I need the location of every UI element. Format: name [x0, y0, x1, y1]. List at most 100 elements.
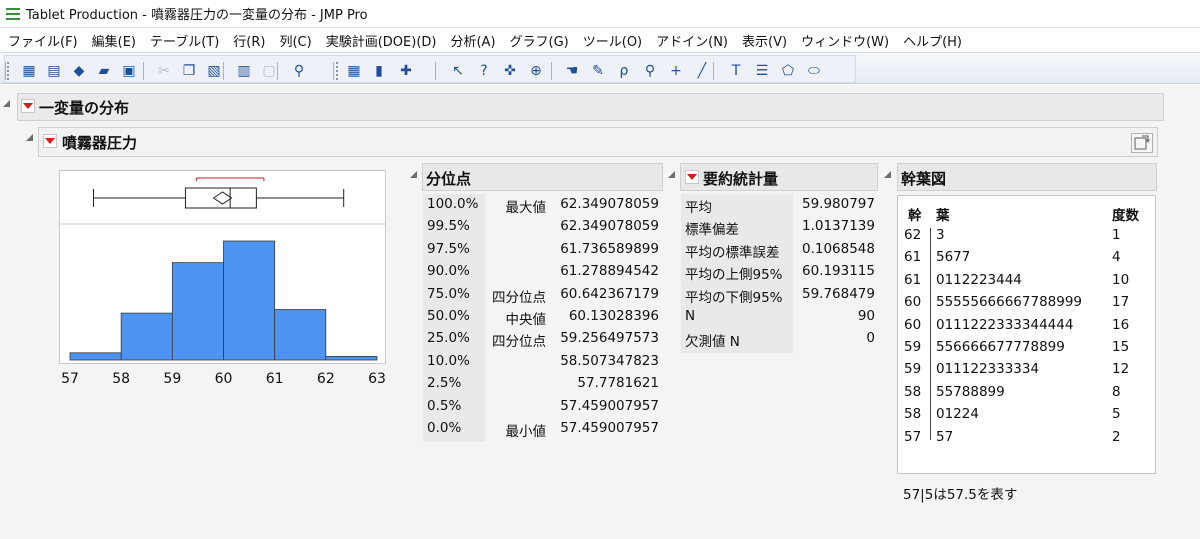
menu-bar: ファイル(F) 編集(E) テーブル(T) 行(R) 列(C) 実験計画(DOE)(D) 分… — [0, 28, 1200, 52]
count-value: 17 — [1112, 294, 1130, 311]
open-folder-icon[interactable]: ▰ — [93, 61, 115, 81]
quantile-label: 最大値 — [505, 200, 547, 216]
menu-item[interactable]: 編集(E) — [92, 31, 136, 50]
line-tool-icon[interactable]: ╱ — [691, 61, 713, 81]
menu-item[interactable]: 分析(A) — [450, 31, 495, 50]
python-icon[interactable]: ◆ — [68, 61, 90, 81]
count-value: 1 — [1112, 227, 1121, 243]
count-value: 8 — [1112, 383, 1121, 400]
oval-tool-icon[interactable]: ⬭ — [803, 61, 825, 81]
quantile-value: 60.13028396 — [568, 308, 659, 324]
paste-icon[interactable]: ▧ — [203, 61, 225, 81]
polygon-tool-icon[interactable]: ⬠ — [777, 61, 799, 81]
count-header: 度数 — [1112, 208, 1139, 224]
selection-tool-icon[interactable]: ✜ — [499, 61, 521, 81]
count-value: 15 — [1112, 339, 1130, 355]
red-triangle-menu-icon[interactable] — [685, 170, 699, 184]
new-script-icon[interactable]: ▤ — [43, 61, 65, 81]
menu-item[interactable]: ツール(O) — [583, 31, 642, 50]
quantile-value: 60.642367179 — [560, 285, 659, 302]
stem-leaf-legend: 57|5は57.5を表す — [903, 487, 1018, 503]
menu-item[interactable]: ファイル(F) — [8, 31, 78, 50]
distribution-icon[interactable]: ▮ — [368, 61, 390, 81]
crosshair-tool-icon[interactable]: ⊕ — [525, 61, 547, 81]
quantile-value: 62.349078059 — [560, 218, 659, 235]
toolbar-area: ▦ ▤ ◆ ▰ ▣ ✂ ❐ ▧ ▥ ▢ ⚲ ▦ ▮ ✚ ↖? ✜ ⊕ ☚ ✎ ρ ⚲ + ╱ T ☰ ⬠ ⬭ — [4, 55, 856, 83]
pin-report-button[interactable]: ★ — [1131, 133, 1153, 153]
red-triangle-menu-icon[interactable] — [43, 134, 57, 148]
quantile-pct: 0.0% — [427, 420, 462, 436]
summary-label: 平均の下側95% — [685, 289, 783, 306]
toolbar-separator — [333, 62, 334, 80]
disclosure-icon[interactable] — [668, 171, 675, 178]
brush-tool-icon[interactable]: ✎ — [587, 61, 609, 81]
toolbar-grip[interactable] — [336, 62, 339, 80]
summary-value: 90 — [857, 308, 875, 324]
menu-item[interactable]: 列(C) — [279, 31, 311, 50]
annotate-tool-icon[interactable]: T — [725, 61, 747, 81]
histogram-bar — [69, 352, 122, 361]
quantiles-header[interactable]: 分位点 — [422, 163, 663, 191]
simple-shape-tool-icon[interactable]: ☰ — [751, 61, 773, 81]
summary-label: 欠測値 N — [685, 334, 740, 351]
hand-tool-icon[interactable]: ☚ — [561, 61, 583, 81]
summary-value: 59.980797 — [801, 196, 875, 212]
plus-tool-icon[interactable]: + — [665, 61, 687, 81]
menu-item[interactable]: ヘルプ(H) — [903, 31, 962, 50]
x-tick-label: 63 — [368, 371, 386, 387]
save-icon[interactable]: ▣ — [118, 61, 140, 81]
menu-item[interactable]: 実験計画(DOE)(D) — [326, 31, 437, 50]
new-data-table-icon[interactable]: ▦ — [18, 61, 40, 81]
toolbar-separator — [551, 62, 552, 80]
menu-item[interactable]: ウィンドウ(W) — [801, 31, 889, 50]
leaf-value: 0112223444 — [936, 271, 1022, 288]
leaf-header: 葉 — [936, 208, 950, 224]
magnifier-tool-icon[interactable]: ⚲ — [639, 61, 661, 81]
summary-value: 0 — [866, 330, 875, 347]
stem-value: 59 — [904, 339, 922, 355]
disclosure-icon[interactable] — [3, 100, 10, 107]
quantile-label: 最小値 — [505, 424, 547, 440]
count-value: 16 — [1112, 316, 1130, 333]
stem-leaf-plot: 幹葉度数 62 3 1 61 5677 4 61 0112223444 10 60 555556666… — [897, 195, 1156, 474]
leaf-value: 011122333334 — [936, 361, 1040, 378]
quantile-value: 58.507347823 — [560, 352, 659, 369]
quantile-value: 61.736589899 — [560, 240, 659, 257]
menu-item[interactable]: 行(R) — [233, 31, 265, 50]
search-icon[interactable]: ⚲ — [288, 61, 310, 81]
red-triangle-menu-icon[interactable] — [21, 99, 35, 113]
quantile-pct: 100.0% — [427, 196, 479, 212]
svg-text:★: ★ — [1144, 136, 1151, 145]
summary-value: 60.193115 — [801, 263, 875, 280]
stem-value: 58 — [904, 406, 922, 423]
stem-leaf-header[interactable]: 幹葉図 — [897, 163, 1157, 191]
summary-title: 要約統計量 — [703, 170, 779, 188]
lasso-tool-icon[interactable]: ρ — [613, 61, 635, 81]
data-grid-icon[interactable]: ▦ — [343, 61, 365, 81]
x-tick-label: 58 — [112, 371, 131, 387]
distribution-graph[interactable] — [59, 170, 386, 364]
disclosure-icon[interactable] — [26, 134, 33, 141]
quantile-value: 62.349078059 — [560, 196, 659, 212]
quantile-value: 57.459007957 — [560, 397, 659, 414]
menu-item[interactable]: グラフ(G) — [510, 31, 569, 50]
lock-icon[interactable]: ▢ — [258, 61, 280, 81]
copy-icon[interactable]: ❐ — [178, 61, 200, 81]
menu-item[interactable]: アドイン(N) — [656, 31, 728, 50]
summary-header[interactable]: 要約統計量 — [680, 163, 878, 191]
disclosure-icon[interactable] — [410, 171, 417, 178]
stem-header: 幹 — [908, 208, 922, 224]
cut-icon[interactable]: ✂ — [153, 61, 175, 81]
x-tick-label: 62 — [316, 371, 335, 387]
toolbar: ▦ ▤ ◆ ▰ ▣ ✂ ❐ ▧ ▥ ▢ ⚲ ▦ ▮ ✚ ↖? ✜ ⊕ ☚ ✎ ρ ⚲ + ╱ T ☰ ⬠ ⬭ — [0, 52, 1200, 84]
toolbar-grip[interactable] — [7, 62, 10, 80]
arrow-tool-icon[interactable]: ↖ — [447, 61, 469, 81]
menu-item[interactable]: テーブル(T) — [150, 31, 219, 50]
disclosure-icon[interactable] — [884, 171, 891, 178]
help-tool-icon[interactable]: ? — [473, 61, 495, 81]
quantile-value: 59.256497573 — [560, 330, 659, 347]
menu-item[interactable]: 表示(V) — [742, 31, 787, 50]
quantile-pct: 90.0% — [427, 263, 470, 280]
journal-icon[interactable]: ▥ — [233, 61, 255, 81]
add-table-icon[interactable]: ✚ — [395, 61, 417, 81]
